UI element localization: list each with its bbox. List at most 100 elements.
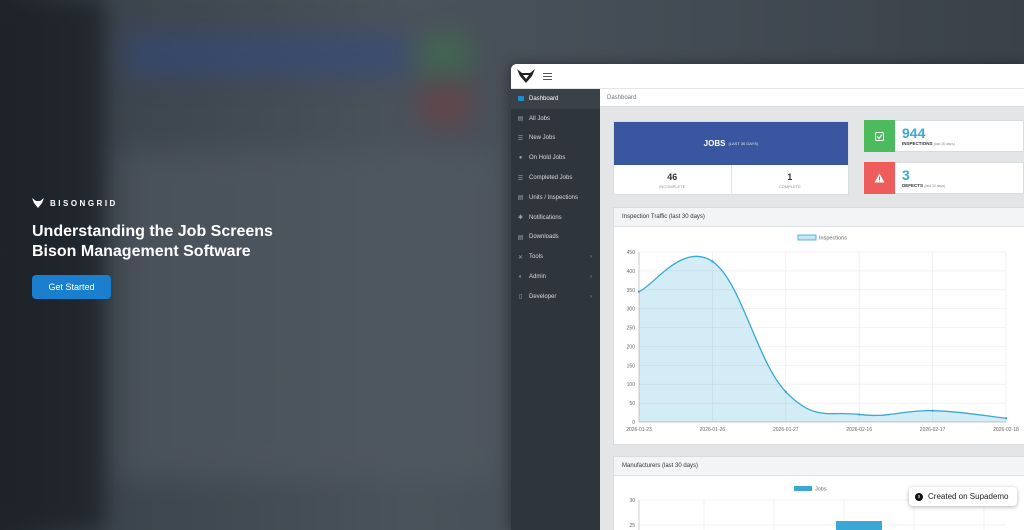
incomplete-stat[interactable]: 46 INCOMPLETE (614, 165, 731, 195)
y-tick-label: 150 (627, 363, 636, 369)
inspections-count: 944 (902, 125, 926, 141)
y-tick-label: 350 (627, 288, 636, 294)
top-bar (511, 64, 1024, 89)
complete-label: COMPLETE (778, 183, 801, 189)
sidebar-item-tools[interactable]: ✕ Tools › (511, 247, 600, 267)
breadcrumb: Dashboard (600, 89, 1024, 107)
bison-logo-icon (32, 198, 44, 208)
chevron-right-icon: › (590, 274, 592, 281)
x-tick-label: 2026-01-23 (626, 427, 652, 433)
dashboard-icon (517, 96, 524, 102)
legend-label: Inspections (819, 236, 847, 242)
sidebar-item-admin[interactable]: ◐ Admin › (511, 267, 600, 287)
chevron-right-icon: › (590, 293, 592, 300)
inspection-traffic-chart: 0 50 100 150 200 250 300 350 400 450 2026-01-23 202… (626, 234, 1019, 433)
y-tick-label: 50 (629, 401, 635, 407)
inspection-traffic-panel: Inspection Traffic (last 30 days) 0 50 100… (613, 207, 1024, 445)
tools-icon: ✕ (517, 254, 524, 261)
sidebar-item-on-hold-jobs[interactable]: ● On Hold Jobs (511, 148, 600, 168)
sidebar-item-label: Admin (529, 274, 547, 281)
y-tick-label: 450 (627, 250, 636, 256)
jobs-card-header: JOBS (LAST 30 DAYS) (614, 122, 848, 165)
menu-toggle-icon[interactable] (543, 72, 552, 80)
sidebar-item-label: All Jobs (529, 115, 551, 122)
y-tick-label: 250 (627, 326, 636, 332)
legend-swatch (797, 234, 817, 241)
complete-count: 1 (787, 171, 793, 182)
warning-icon (864, 162, 895, 194)
data-point (784, 390, 787, 393)
download-icon: ▤ (517, 234, 524, 241)
data-point (931, 409, 934, 412)
sidebar-item-label: Dashboard (529, 95, 559, 102)
shield-icon: ◐ (518, 274, 523, 281)
brand-name: BISONGRID (50, 198, 118, 208)
defects-card[interactable]: 3 DEFECTS (last 30 days) (864, 162, 1024, 194)
sidebar-item-label: Developer (529, 293, 557, 300)
sidebar-item-new-jobs[interactable]: ☰ New Jobs (511, 129, 600, 149)
y-tick-label: 300 (627, 307, 636, 313)
sidebar-item-all-jobs[interactable]: ▤ All Jobs (511, 109, 600, 129)
sidebar-item-label: New Jobs (529, 135, 556, 142)
hero-title: Understanding the Job Screens (32, 223, 273, 240)
inspections-label: INSPECTIONS (902, 141, 933, 146)
get-started-button[interactable]: Get Started (32, 275, 111, 299)
sidebar-item-label: Completed Jobs (529, 175, 573, 182)
y-tick-label: 30 (629, 498, 635, 504)
sidebar-item-notifications[interactable]: ✱ Notifications (511, 208, 600, 228)
inspections-card[interactable]: 944 INSPECTIONS (last 30 days) (864, 120, 1024, 152)
series-area (639, 256, 1006, 422)
incomplete-count: 46 (667, 171, 678, 182)
legend-label: Jobs (815, 487, 827, 493)
x-tick-label: 2026-02-16 (846, 427, 872, 433)
jobs-stats: 46 INCOMPLETE 1 COMPLETE (614, 165, 848, 195)
bell-icon: ✱ (517, 215, 524, 222)
x-tick-label: 2026-01-27 (773, 427, 799, 433)
jobs-card[interactable]: JOBS (LAST 30 DAYS) 46 INCOMPLETE 1 COMP… (613, 121, 849, 195)
background-blob (420, 85, 470, 125)
bison-logo-icon[interactable] (517, 68, 535, 84)
breadcrumb-current: Dashboard (607, 94, 637, 101)
chevron-right-icon: › (590, 254, 592, 261)
sidebar-item-label: On Hold Jobs (529, 155, 566, 162)
sidebar-item-developer[interactable]: ▯ Developer › (511, 287, 600, 307)
background-blob (125, 35, 410, 75)
defects-label: DEFECTS (902, 183, 924, 188)
jobs-card-period: (LAST 30 DAYS) (728, 141, 759, 146)
x-tick-label: 2026-01-26 (700, 427, 726, 433)
sidebar-item-units-inspections[interactable]: ▤ Units / Inspections (511, 188, 600, 208)
y-tick-label: 25 (629, 523, 635, 529)
sidebar-item-label: Downloads (529, 234, 559, 241)
app-window: Dashboard ▤ All Jobs ☰ New Jobs ● On Hol… (511, 64, 1024, 530)
panel-title: Manufacturers (last 30 days) (614, 457, 1024, 476)
bar (836, 521, 882, 530)
supademo-logo-icon: s (915, 492, 923, 501)
data-point (1004, 417, 1008, 420)
sidebar-item-label: Units / Inspections (529, 194, 579, 201)
y-tick-label: 100 (627, 382, 636, 388)
sidebar-item-label: Tools (529, 254, 544, 261)
jobs-card-title: JOBS (703, 139, 726, 148)
y-tick-label: 0 (632, 420, 635, 426)
main-content: Dashboard JOBS (LAST 30 DAYS) 46 INCOMPL… (600, 89, 1024, 530)
data-point (637, 290, 641, 293)
list-icon: ☰ (517, 135, 524, 142)
defects-count: 3 (902, 167, 910, 183)
inspections-period: (last 30 days) (933, 142, 955, 146)
x-tick-label: 2026-02-18 (993, 427, 1019, 433)
panel-title: Inspection Traffic (last 30 days) (614, 208, 1024, 227)
background-blob (420, 35, 470, 75)
sidebar-item-dashboard[interactable]: Dashboard (511, 89, 600, 109)
checkbox-icon (864, 120, 895, 152)
sidebar-item-downloads[interactable]: ▤ Downloads (511, 228, 600, 248)
hero: BISONGRID Understanding the Job Screens … (32, 198, 332, 262)
y-tick-label: 400 (627, 269, 636, 275)
complete-stat[interactable]: 1 COMPLETE (730, 165, 849, 195)
check-list-icon: ☰ (517, 175, 524, 182)
hero-subtitle: Bison Management Software (32, 243, 251, 260)
incomplete-label: INCOMPLETE (659, 183, 686, 189)
document-icon: ▤ (517, 116, 524, 123)
supademo-badge[interactable]: s Created on Supademo (909, 487, 1017, 506)
data-point (858, 413, 861, 416)
sidebar-item-completed-jobs[interactable]: ☰ Completed Jobs (511, 168, 600, 188)
